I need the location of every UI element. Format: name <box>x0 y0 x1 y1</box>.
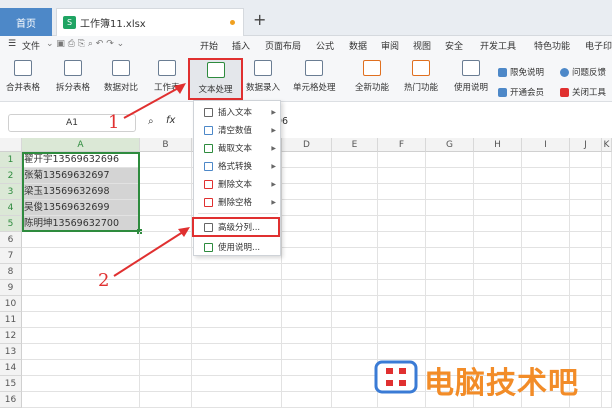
arrow-2-line <box>113 229 187 277</box>
watermark-logo-icon <box>374 360 418 394</box>
arrow-2-head <box>178 227 190 237</box>
watermark: 电脑技术吧 <box>372 352 608 402</box>
arrow-1-line <box>123 85 183 119</box>
step-1-label: 1 <box>108 112 120 133</box>
step-2-label: 2 <box>98 270 110 291</box>
annotation-arrows <box>113 83 190 277</box>
watermark-text: 电脑技术吧 <box>424 366 579 401</box>
